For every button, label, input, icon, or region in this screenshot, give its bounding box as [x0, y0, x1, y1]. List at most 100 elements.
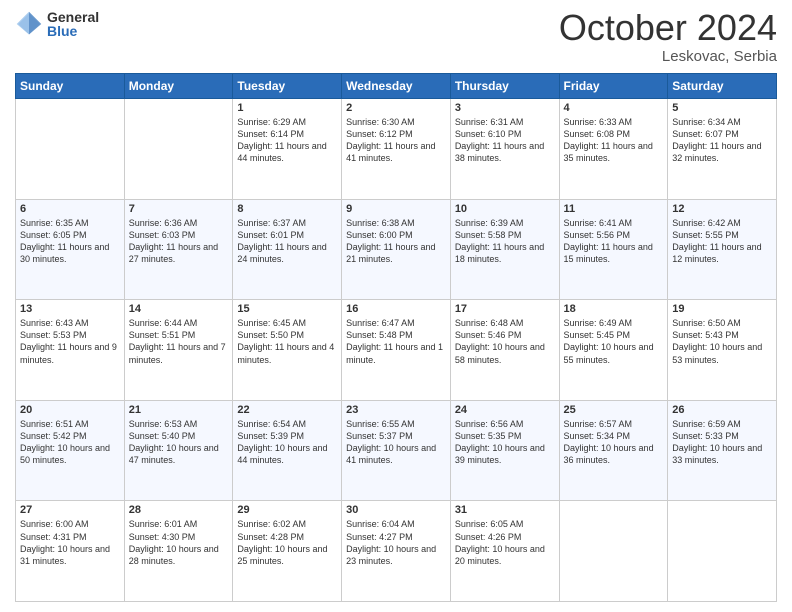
table-row: 2 Sunrise: 6:30 AM Sunset: 6:12 PM Daylig… — [342, 99, 451, 200]
day-info: Sunrise: 6:04 AM Sunset: 4:27 PM Dayligh… — [346, 518, 446, 567]
table-row: 4 Sunrise: 6:33 AM Sunset: 6:08 PM Daylig… — [559, 99, 668, 200]
table-row: 18 Sunrise: 6:49 AM Sunset: 5:45 PM Dayli… — [559, 300, 668, 401]
day-number: 19 — [672, 303, 772, 315]
col-friday: Friday — [559, 74, 668, 99]
day-info: Sunrise: 6:02 AM Sunset: 4:28 PM Dayligh… — [237, 518, 337, 567]
table-row: 26Sunrise: 6:59 AM Sunset: 5:33 PM Dayli… — [668, 400, 777, 501]
table-row: 27Sunrise: 6:00 AM Sunset: 4:31 PM Dayli… — [16, 501, 125, 602]
day-number: 13 — [20, 303, 120, 315]
day-number: 2 — [346, 102, 446, 114]
col-saturday: Saturday — [668, 74, 777, 99]
table-row: 3 Sunrise: 6:31 AM Sunset: 6:10 PM Daylig… — [450, 99, 559, 200]
table-row: 17 Sunrise: 6:48 AM Sunset: 5:46 PM Dayli… — [450, 300, 559, 401]
day-number: 23 — [346, 404, 446, 416]
day-number: 16 — [346, 303, 446, 315]
table-row: 25Sunrise: 6:57 AM Sunset: 5:34 PM Dayli… — [559, 400, 668, 501]
table-row: 7 Sunrise: 6:36 AM Sunset: 6:03 PM Daylig… — [124, 199, 233, 300]
day-number: 3 — [455, 102, 555, 114]
day-info: Sunrise: 6:50 AM Sunset: 5:43 PM Dayligh… — [672, 317, 772, 366]
table-row — [124, 99, 233, 200]
day-info: Sunrise: 6:41 AM Sunset: 5:56 PM Dayligh… — [564, 217, 664, 266]
day-info: Sunrise: 6:48 AM Sunset: 5:46 PM Dayligh… — [455, 317, 555, 366]
day-number: 28 — [129, 504, 229, 516]
table-row: 10 Sunrise: 6:39 AM Sunset: 5:58 PM Dayli… — [450, 199, 559, 300]
table-row: 5Sunrise: 6:34 AM Sunset: 6:07 PM Daylig… — [668, 99, 777, 200]
day-info: Sunrise: 6:05 AM Sunset: 4:26 PM Dayligh… — [455, 518, 555, 567]
table-row: 15Sunrise: 6:45 AM Sunset: 5:50 PM Dayli… — [233, 300, 342, 401]
table-row — [668, 501, 777, 602]
day-info: Sunrise: 6:39 AM Sunset: 5:58 PM Dayligh… — [455, 217, 555, 266]
location-subtitle: Leskovac, Serbia — [559, 48, 777, 65]
day-number: 12 — [672, 203, 772, 215]
logo-blue-text: Blue — [47, 24, 99, 38]
table-row: 9Sunrise: 6:38 AM Sunset: 6:00 PM Daylig… — [342, 199, 451, 300]
calendar-week-4: 20 Sunrise: 6:51 AM Sunset: 5:42 PM Dayli… — [16, 400, 777, 501]
day-number: 15 — [237, 303, 337, 315]
day-info: Sunrise: 6:51 AM Sunset: 5:42 PM Dayligh… — [20, 418, 120, 467]
table-row — [559, 501, 668, 602]
calendar-week-3: 13Sunrise: 6:43 AM Sunset: 5:53 PM Dayli… — [16, 300, 777, 401]
day-number: 20 — [20, 404, 120, 416]
table-row: 1 Sunrise: 6:29 AM Sunset: 6:14 PM Daylig… — [233, 99, 342, 200]
table-row: 11 Sunrise: 6:41 AM Sunset: 5:56 PM Dayli… — [559, 199, 668, 300]
table-row — [16, 99, 125, 200]
day-info: Sunrise: 6:42 AM Sunset: 5:55 PM Dayligh… — [672, 217, 772, 266]
logo-text: General Blue — [47, 10, 99, 38]
day-info: Sunrise: 6:34 AM Sunset: 6:07 PM Dayligh… — [672, 116, 772, 165]
day-number: 24 — [455, 404, 555, 416]
table-row: 31 Sunrise: 6:05 AM Sunset: 4:26 PM Dayli… — [450, 501, 559, 602]
logo: General Blue — [15, 10, 99, 38]
day-number: 4 — [564, 102, 664, 114]
table-row: 12 Sunrise: 6:42 AM Sunset: 5:55 PM Dayli… — [668, 199, 777, 300]
day-number: 8 — [237, 203, 337, 215]
header: General Blue October 2024 Leskovac, Serb… — [15, 10, 777, 65]
table-row: 6Sunrise: 6:35 AM Sunset: 6:05 PM Daylig… — [16, 199, 125, 300]
day-info: Sunrise: 6:31 AM Sunset: 6:10 PM Dayligh… — [455, 116, 555, 165]
day-info: Sunrise: 6:56 AM Sunset: 5:35 PM Dayligh… — [455, 418, 555, 467]
day-info: Sunrise: 6:44 AM Sunset: 5:51 PM Dayligh… — [129, 317, 229, 366]
day-info: Sunrise: 6:35 AM Sunset: 6:05 PM Dayligh… — [20, 217, 120, 266]
calendar-table: Sunday Monday Tuesday Wednesday Thursday… — [15, 73, 777, 602]
day-number: 31 — [455, 504, 555, 516]
day-number: 30 — [346, 504, 446, 516]
table-row: 16 Sunrise: 6:47 AM Sunset: 5:48 PM Dayli… — [342, 300, 451, 401]
day-number: 14 — [129, 303, 229, 315]
table-row: 8 Sunrise: 6:37 AM Sunset: 6:01 PM Daylig… — [233, 199, 342, 300]
day-number: 10 — [455, 203, 555, 215]
table-row: 29 Sunrise: 6:02 AM Sunset: 4:28 PM Dayli… — [233, 501, 342, 602]
day-number: 1 — [237, 102, 337, 114]
day-number: 18 — [564, 303, 664, 315]
col-wednesday: Wednesday — [342, 74, 451, 99]
day-info: Sunrise: 6:47 AM Sunset: 5:48 PM Dayligh… — [346, 317, 446, 366]
day-info: Sunrise: 6:55 AM Sunset: 5:37 PM Dayligh… — [346, 418, 446, 467]
col-monday: Monday — [124, 74, 233, 99]
col-tuesday: Tuesday — [233, 74, 342, 99]
day-info: Sunrise: 6:36 AM Sunset: 6:03 PM Dayligh… — [129, 217, 229, 266]
day-info: Sunrise: 6:53 AM Sunset: 5:40 PM Dayligh… — [129, 418, 229, 467]
day-number: 9 — [346, 203, 446, 215]
table-row: 23 Sunrise: 6:55 AM Sunset: 5:37 PM Dayli… — [342, 400, 451, 501]
table-row: 13Sunrise: 6:43 AM Sunset: 5:53 PM Dayli… — [16, 300, 125, 401]
month-title: October 2024 — [559, 10, 777, 46]
day-number: 29 — [237, 504, 337, 516]
day-info: Sunrise: 6:33 AM Sunset: 6:08 PM Dayligh… — [564, 116, 664, 165]
day-number: 11 — [564, 203, 664, 215]
table-row: 30 Sunrise: 6:04 AM Sunset: 4:27 PM Dayli… — [342, 501, 451, 602]
calendar-header-row: Sunday Monday Tuesday Wednesday Thursday… — [16, 74, 777, 99]
table-row: 14 Sunrise: 6:44 AM Sunset: 5:51 PM Dayli… — [124, 300, 233, 401]
day-number: 22 — [237, 404, 337, 416]
day-number: 26 — [672, 404, 772, 416]
day-number: 27 — [20, 504, 120, 516]
calendar-week-2: 6Sunrise: 6:35 AM Sunset: 6:05 PM Daylig… — [16, 199, 777, 300]
table-row: 28Sunrise: 6:01 AM Sunset: 4:30 PM Dayli… — [124, 501, 233, 602]
day-info: Sunrise: 6:49 AM Sunset: 5:45 PM Dayligh… — [564, 317, 664, 366]
day-number: 17 — [455, 303, 555, 315]
page: General Blue October 2024 Leskovac, Serb… — [0, 0, 792, 612]
day-info: Sunrise: 6:57 AM Sunset: 5:34 PM Dayligh… — [564, 418, 664, 467]
day-info: Sunrise: 6:37 AM Sunset: 6:01 PM Dayligh… — [237, 217, 337, 266]
title-block: October 2024 Leskovac, Serbia — [559, 10, 777, 65]
calendar-week-5: 27Sunrise: 6:00 AM Sunset: 4:31 PM Dayli… — [16, 501, 777, 602]
day-number: 7 — [129, 203, 229, 215]
day-info: Sunrise: 6:30 AM Sunset: 6:12 PM Dayligh… — [346, 116, 446, 165]
day-info: Sunrise: 6:29 AM Sunset: 6:14 PM Dayligh… — [237, 116, 337, 165]
